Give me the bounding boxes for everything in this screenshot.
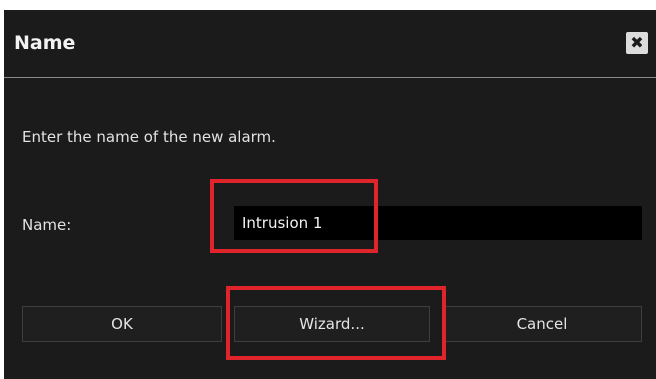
- name-dialog: Name ✖ Enter the name of the new alarm. …: [4, 10, 656, 379]
- name-input[interactable]: [234, 206, 642, 240]
- cancel-button[interactable]: Cancel: [442, 306, 642, 342]
- close-button[interactable]: ✖: [626, 32, 648, 54]
- wizard-button[interactable]: Wizard...: [234, 306, 430, 342]
- ok-button[interactable]: OK: [22, 306, 222, 342]
- dialog-title: Name: [14, 32, 76, 54]
- close-icon[interactable]: ✖: [630, 33, 643, 52]
- dialog-title-bar: Name ✖: [4, 10, 656, 78]
- name-label: Name:: [22, 216, 72, 234]
- instruction-text: Enter the name of the new alarm.: [22, 128, 276, 146]
